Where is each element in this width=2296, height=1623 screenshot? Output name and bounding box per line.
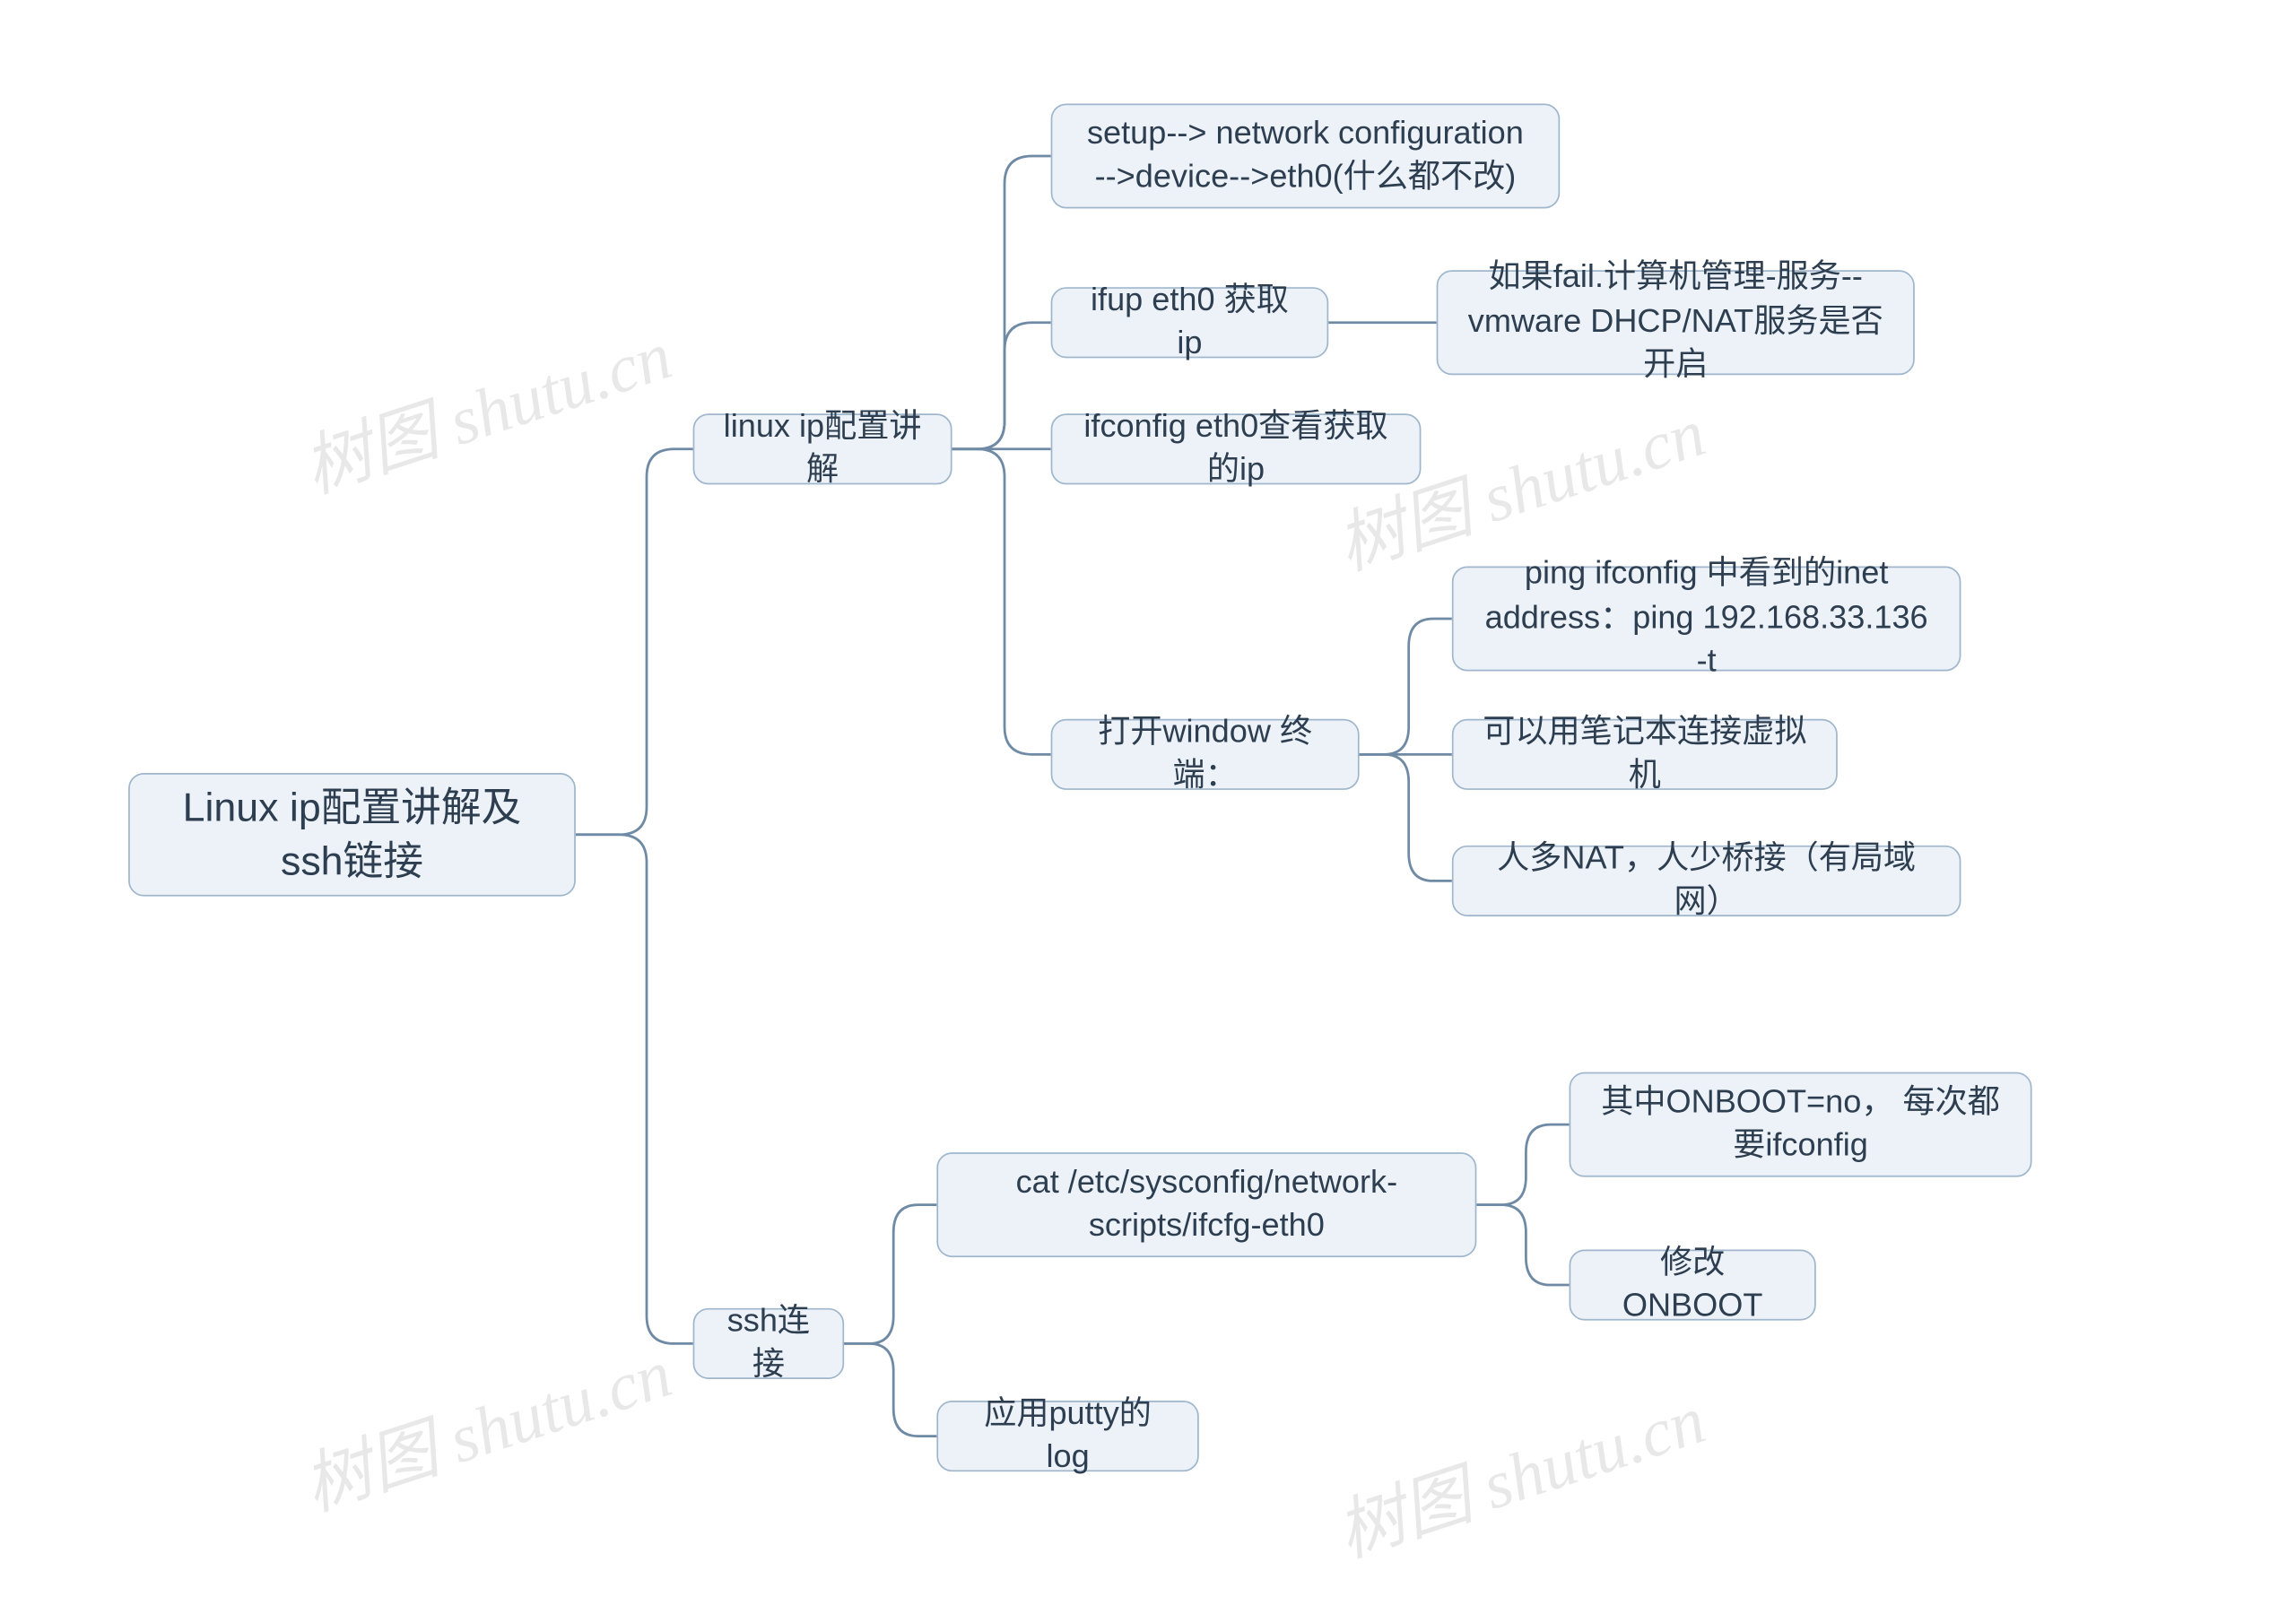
node-setup[interactable]: setup--> network configuration -->device… <box>1051 104 1561 209</box>
root-node[interactable]: Linux ip配置讲解及ssh链接 <box>128 773 576 897</box>
node-onboot-no[interactable]: 其中ONBOOT=no， 每次都要ifconfig <box>1570 1072 2032 1177</box>
mindmap-canvas: Linux ip配置讲解及ssh链接 linux ip配置讲解 ssh连接 se… <box>2 2 2294 1621</box>
node-nat[interactable]: 人多NAT，人少桥接（有局域网） <box>1452 846 1961 916</box>
node-laptop[interactable]: 可以用笔记本连接虚拟机 <box>1452 719 1838 790</box>
node-ping[interactable]: ping ifconfig 中看到的inet address：ping 192.… <box>1452 567 1961 672</box>
node-ifup-fail[interactable]: 如果fail.计算机管理-服务--vmware DHCP/NAT服务是否开启 <box>1437 270 1915 375</box>
node-ifup[interactable]: ifup eth0 获取ip <box>1051 287 1329 358</box>
node-onboot-mod[interactable]: 修改ONBOOT <box>1570 1249 1816 1320</box>
node-ifconfig[interactable]: ifconfig eth0查看获取的ip <box>1051 413 1422 484</box>
node-putty[interactable]: 应用putty的log <box>936 1401 1198 1471</box>
watermark: 树图 shutu.cn <box>289 300 682 512</box>
node-winterm[interactable]: 打开window 终端： <box>1051 719 1360 790</box>
watermark: 树图 shutu.cn <box>289 1318 682 1530</box>
branch-ipconfig[interactable]: linux ip配置讲解 <box>693 413 952 484</box>
node-cat[interactable]: cat /etc/sysconfig/network-scripts/ifcfg… <box>936 1152 1476 1257</box>
watermark: 树图 shutu.cn <box>1323 1364 1716 1575</box>
branch-ssh[interactable]: ssh连接 <box>693 1308 845 1379</box>
